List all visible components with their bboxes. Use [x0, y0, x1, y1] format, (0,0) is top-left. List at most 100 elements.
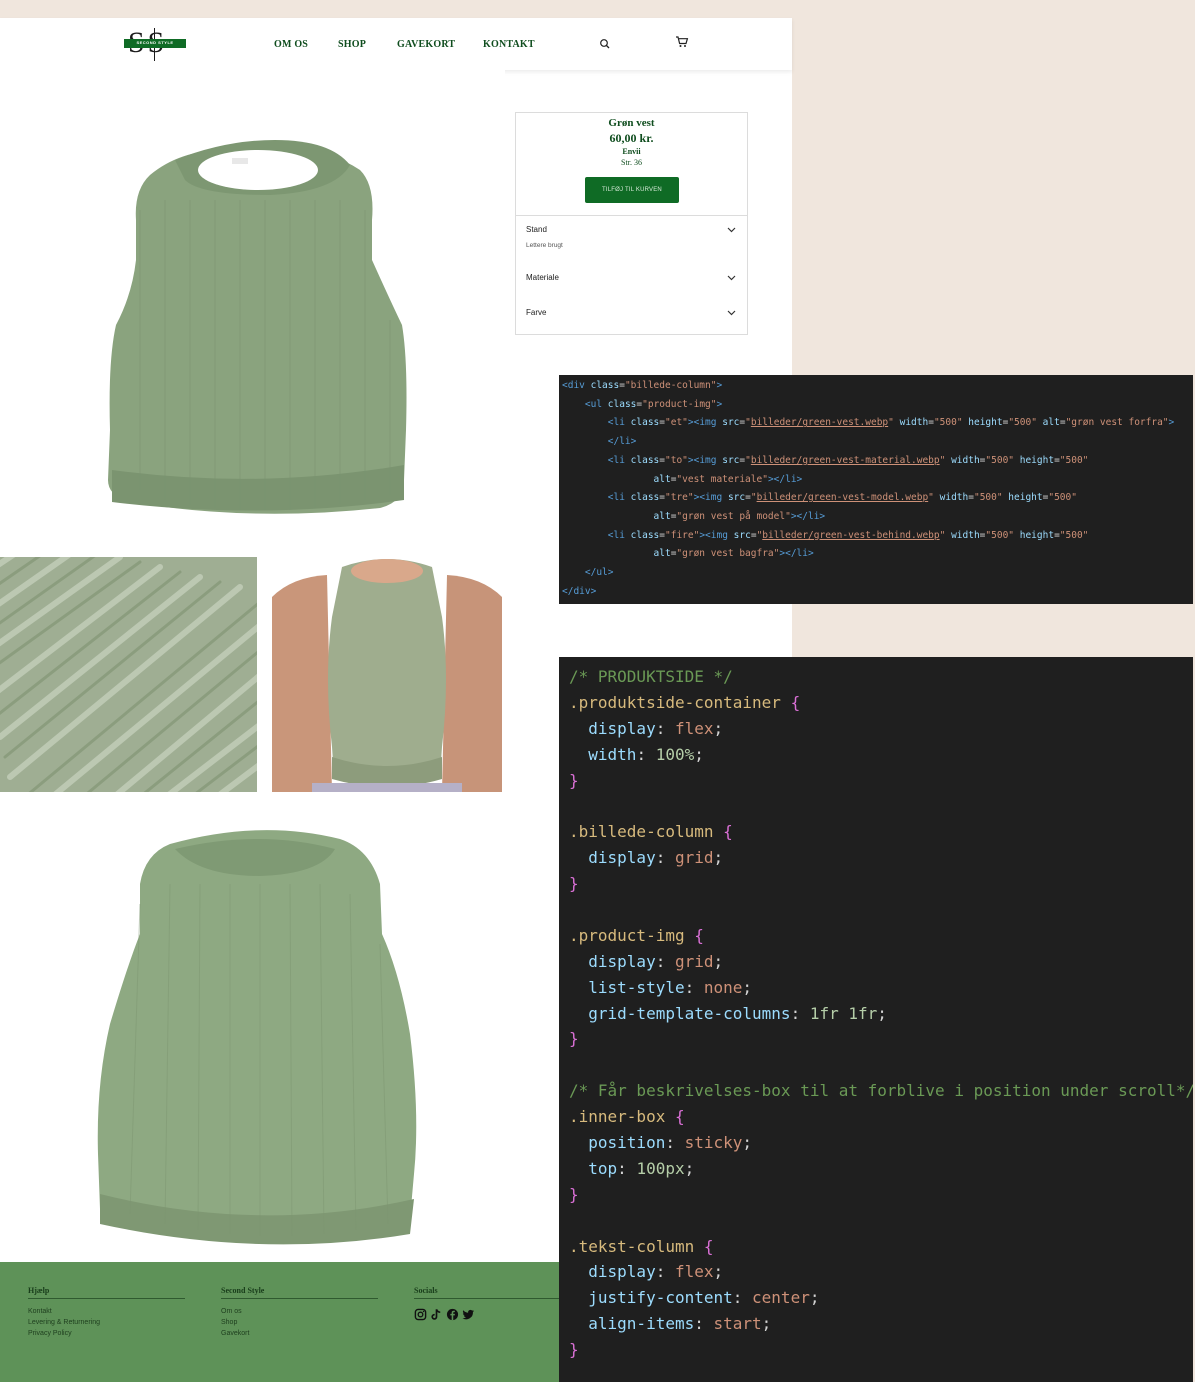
code-line: display: flex;: [559, 716, 1193, 742]
code-token: display: [588, 1262, 656, 1282]
code-token: billeder/green-vest-behind.webp: [762, 529, 940, 541]
footer-link-shop[interactable]: Shop: [221, 1319, 378, 1326]
code-token: {: [723, 822, 733, 842]
product-price: 60,00 kr.: [609, 131, 654, 145]
code-token: ;: [713, 848, 724, 868]
accordion-label: Stand: [526, 225, 547, 234]
code-line: alt="vest materiale"></li>: [559, 471, 1193, 490]
chevron-down-icon[interactable]: [727, 227, 736, 233]
facebook-icon[interactable]: [446, 1308, 459, 1321]
code-token: start: [713, 1314, 762, 1334]
search-icon[interactable]: [599, 37, 613, 51]
product-size: Str. 36: [621, 158, 642, 167]
code-token: alt: [1036, 417, 1060, 429]
code-token: width: [893, 417, 929, 429]
code-line: </ul>: [559, 564, 1193, 583]
footer-link-levering[interactable]: Levering & Returnering: [28, 1319, 185, 1326]
code-token: .product-img: [569, 925, 695, 945]
code-token: justify-content: [588, 1288, 733, 1308]
code-line: grid-template-columns: 1fr 1fr;: [559, 1001, 1193, 1027]
code-token: height: [1014, 454, 1055, 466]
code-token: ;: [742, 977, 753, 997]
product-image-back[interactable]: [0, 794, 505, 1260]
code-token: flex: [674, 1262, 714, 1282]
code-token: src: [733, 529, 751, 541]
code-token: {: [790, 692, 801, 712]
code-token: "tre": [665, 492, 694, 504]
nav-kontakt[interactable]: KONTAKT: [483, 39, 535, 50]
add-to-cart-button[interactable]: TILFØJ TIL KURVEN: [585, 177, 679, 203]
code-token: 1fr 1fr: [809, 1003, 878, 1023]
chevron-down-icon[interactable]: [727, 310, 736, 316]
code-token: <li: [607, 417, 631, 429]
product-brand: Envii: [622, 147, 641, 156]
code-token: }: [569, 1029, 579, 1049]
code-token: ;: [713, 1262, 724, 1282]
logo[interactable]: SS SECOND STYLE: [124, 26, 186, 61]
product-image-material[interactable]: [0, 557, 257, 792]
nav-shop[interactable]: SHOP: [338, 39, 366, 50]
code-token: "grøn vest på model": [676, 510, 791, 522]
code-line: alt="grøn vest bagfra"></li>: [559, 545, 1193, 564]
code-line: alt="grøn vest på model"></li>: [559, 508, 1193, 527]
code-token: position: [588, 1133, 666, 1153]
product-info-box: Grøn vest 60,00 kr. Envii Str. 36 TILFØJ…: [515, 112, 748, 335]
code-token: ></li>: [767, 473, 803, 485]
product-image-front[interactable]: [0, 70, 505, 555]
code-token: "product-img": [642, 398, 717, 410]
tiktok-icon[interactable]: [430, 1308, 443, 1321]
code-token: >: [1168, 417, 1175, 429]
chevron-down-icon[interactable]: [727, 275, 736, 281]
code-token: class: [630, 454, 660, 466]
code-token: {: [694, 925, 704, 945]
twitter-icon[interactable]: [462, 1308, 475, 1321]
footer-link-gavekort[interactable]: Gavekort: [221, 1330, 378, 1337]
cart-icon[interactable]: [675, 35, 689, 49]
code-token: :: [655, 848, 675, 868]
footer-link-om-os[interactable]: Om os: [221, 1308, 378, 1315]
footer-col-help: Hjælp Kontakt Levering & Returnering Pri…: [28, 1286, 185, 1337]
code-token: :: [694, 1314, 714, 1334]
code-token: ></li>: [790, 510, 826, 522]
product-image-model[interactable]: [272, 557, 502, 792]
code-token: class: [630, 529, 660, 541]
footer-link-privacy[interactable]: Privacy Policy: [28, 1330, 185, 1337]
code-token: :: [617, 1158, 637, 1178]
site-header: SS SECOND STYLE OM OS SHOP GAVEKORT KONT…: [0, 18, 792, 70]
code-token: .tekst-column: [569, 1236, 704, 1256]
code-token: width: [588, 744, 637, 764]
code-token: height: [1002, 492, 1043, 504]
code-token: "500": [973, 492, 1003, 504]
code-token: billeder/green-vest-model.webp: [756, 492, 929, 504]
code-line: .billede-column {: [559, 819, 1193, 845]
footer-link-kontakt[interactable]: Kontakt: [28, 1308, 185, 1315]
code-token: <li: [607, 454, 631, 466]
code-line: justify-content: center;: [559, 1285, 1193, 1311]
footer-heading: Hjælp: [28, 1286, 185, 1299]
code-token: class: [607, 398, 637, 410]
code-token: "500": [985, 454, 1015, 466]
code-token: ;: [684, 1158, 695, 1178]
instagram-icon[interactable]: [414, 1308, 427, 1321]
code-token: 100px: [636, 1158, 685, 1178]
code-token: "grøn vest bagfra": [676, 548, 780, 560]
code-token: billeder/green-vest.webp: [750, 417, 889, 429]
code-token: :: [684, 977, 704, 997]
nav-om-os[interactable]: OM OS: [274, 39, 308, 50]
code-token: ;: [877, 1003, 887, 1023]
nav-gavekort[interactable]: GAVEKORT: [397, 39, 455, 50]
code-token: center: [752, 1288, 810, 1308]
code-token: ;: [809, 1288, 820, 1308]
